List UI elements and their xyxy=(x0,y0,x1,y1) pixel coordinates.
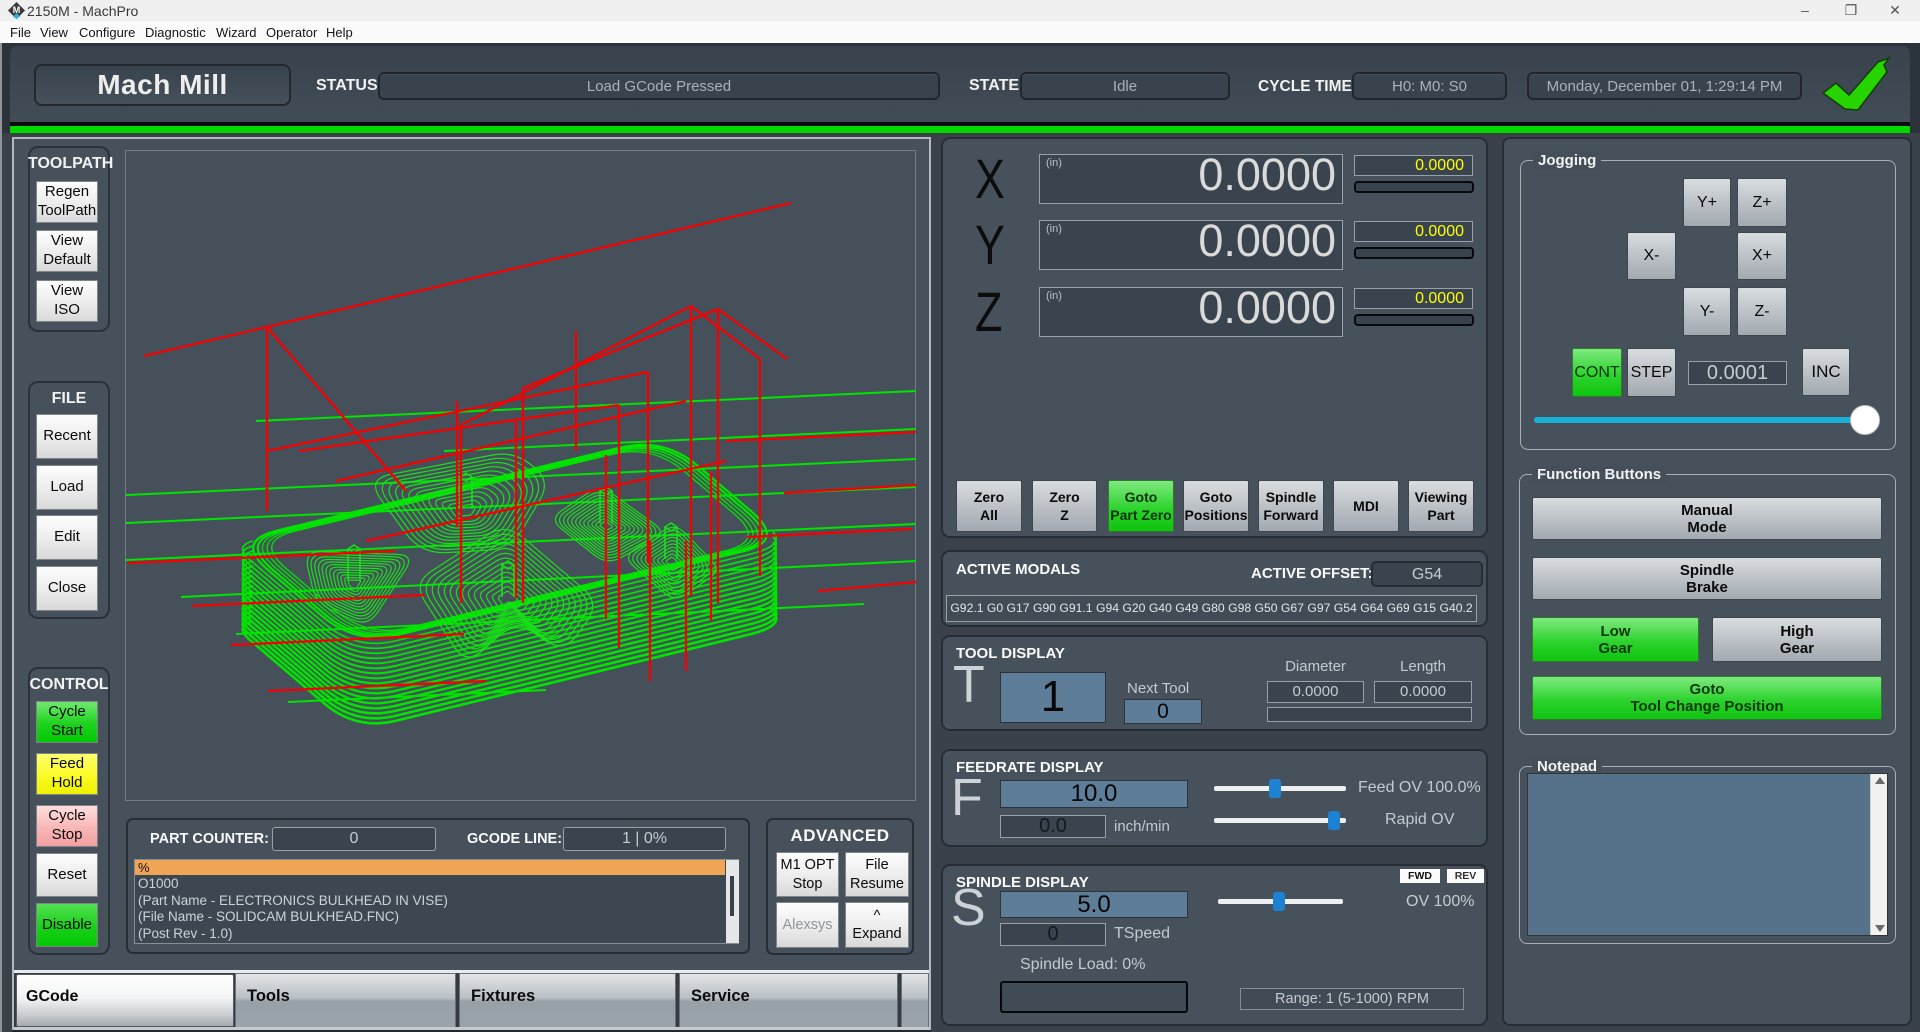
svg-text:M: M xyxy=(13,5,21,15)
